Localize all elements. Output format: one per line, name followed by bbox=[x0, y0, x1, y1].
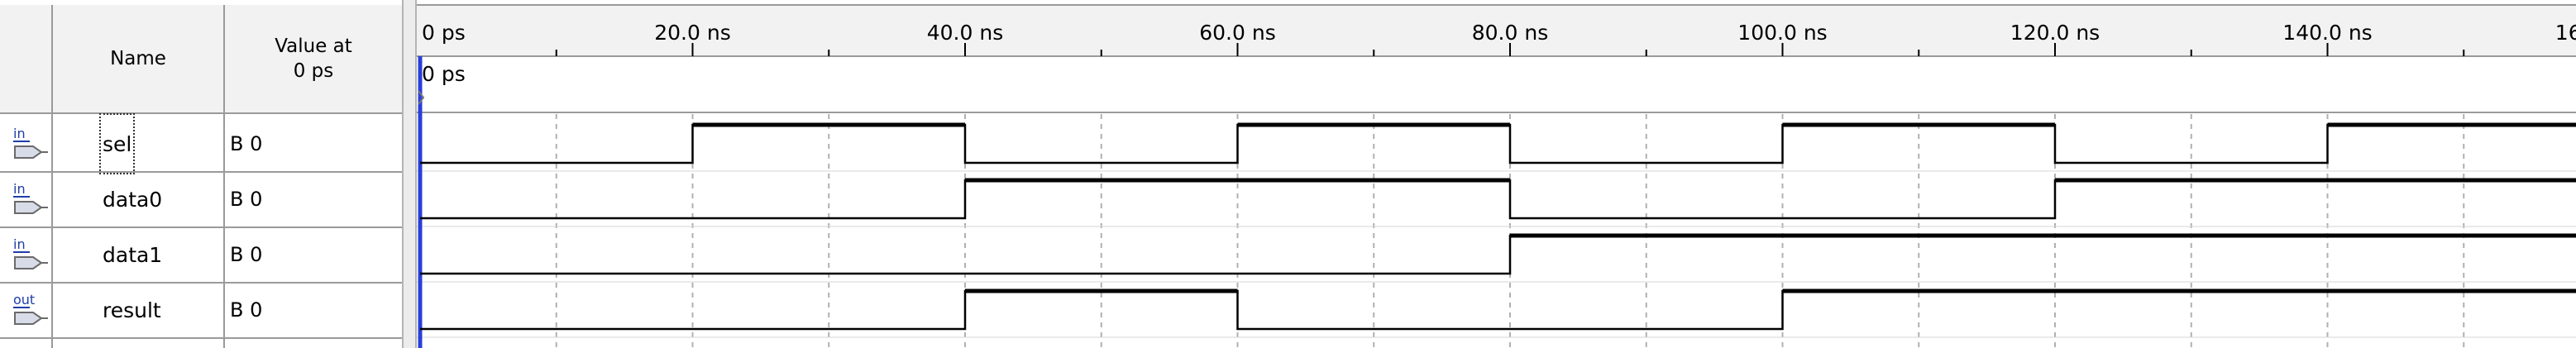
input-pin-icon: in bbox=[12, 180, 48, 218]
signal-value: B 0 bbox=[230, 298, 263, 322]
value-column-label-line1: Value at bbox=[275, 36, 352, 57]
pin-direction-label: out bbox=[13, 292, 35, 307]
input-pin-icon: in bbox=[12, 236, 48, 274]
output-pin-icon: out bbox=[12, 291, 48, 329]
signal-value: B 0 bbox=[230, 188, 263, 211]
waveform-data0[interactable] bbox=[420, 179, 2576, 220]
signal-row[interactable]: in data0 B 0 bbox=[0, 172, 402, 228]
pin-direction-label: in bbox=[13, 126, 26, 141]
signal-value: B 0 bbox=[230, 243, 263, 266]
waveform-sel[interactable] bbox=[420, 123, 2576, 164]
ruler-tick-label: 120.0 ns bbox=[2010, 21, 2100, 45]
signal-row[interactable]: out result B 0 bbox=[0, 283, 402, 339]
waveform-result[interactable] bbox=[420, 289, 2576, 331]
pane-splitter[interactable] bbox=[402, 0, 417, 348]
pin-direction-label: in bbox=[13, 236, 26, 252]
name-column-label: Name bbox=[110, 48, 166, 69]
ruler-start-label: 0 ps bbox=[422, 21, 466, 45]
pin-direction-label: in bbox=[13, 181, 26, 197]
signal-name[interactable]: result bbox=[103, 283, 161, 337]
signal-name[interactable]: sel bbox=[98, 113, 136, 174]
ruler-tick-label: 140.0 ns bbox=[2282, 21, 2372, 45]
value-column-label-line2: 0 ps bbox=[293, 60, 334, 82]
signal-list-header: Name Value at 0 ps bbox=[0, 5, 402, 114]
signal-name[interactable]: data0 bbox=[103, 172, 162, 226]
signal-row[interactable]: in sel B 0 bbox=[0, 113, 402, 174]
signal-list-pane: Name Value at 0 ps in sel B 0 in data0 B 0 in d… bbox=[0, 0, 402, 348]
ruler-tick-label: 60.0 ns bbox=[1199, 21, 1275, 45]
waveform-data1[interactable] bbox=[420, 234, 2576, 275]
name-column-header[interactable]: Name bbox=[53, 5, 223, 112]
signal-name[interactable]: data1 bbox=[103, 227, 162, 282]
ruler-tick-label: 40.0 ns bbox=[927, 21, 1003, 45]
cursor-time-label: 0 ps bbox=[422, 62, 466, 86]
input-pin-icon: in bbox=[12, 125, 48, 163]
waveform-canvas[interactable]: 0 ps 20.0 ns 40.0 ns 60.0 ns 80.0 ns 100.0 ns… bbox=[417, 0, 2576, 348]
ruler-tick-label: 100.0 ns bbox=[1737, 21, 1827, 45]
ruler-tick-label: 160.0 ns bbox=[2555, 21, 2576, 45]
waveform-pane[interactable]: 0 ps 20.0 ns 40.0 ns 60.0 ns 80.0 ns 100.0 ns… bbox=[417, 0, 2576, 348]
signal-row[interactable]: in data1 B 0 bbox=[0, 227, 402, 284]
ruler-tick-label: 20.0 ns bbox=[654, 21, 730, 45]
signal-value: B 0 bbox=[230, 132, 263, 155]
value-column-header[interactable]: Value at 0 ps bbox=[225, 5, 402, 112]
ruler-tick-label: 80.0 ns bbox=[1472, 21, 1548, 45]
